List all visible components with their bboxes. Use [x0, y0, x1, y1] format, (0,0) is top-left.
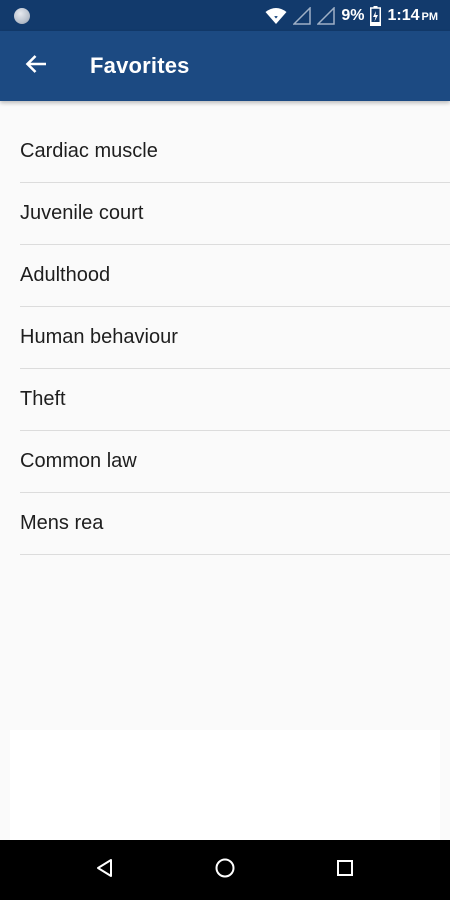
clock-suffix: PM	[421, 10, 439, 23]
wifi-icon	[265, 7, 287, 25]
home-circle-icon	[214, 857, 236, 884]
list-item[interactable]: Adulthood	[20, 245, 450, 307]
back-button[interactable]	[14, 44, 58, 88]
nav-home-button[interactable]	[210, 855, 240, 885]
list-item-label: Common law	[20, 450, 137, 472]
list-item-label: Cardiac muscle	[20, 140, 158, 162]
recents-square-icon	[336, 859, 354, 882]
ad-banner-area[interactable]	[10, 730, 440, 840]
clock-time: 1:14	[387, 6, 420, 24]
battery-percent: 9%	[341, 6, 365, 24]
app-bar: Favorites	[0, 31, 450, 101]
list-item-label: Human behaviour	[20, 326, 178, 348]
list-item-label: Juvenile court	[20, 202, 144, 224]
signal-icon	[293, 6, 312, 25]
list-item[interactable]: Theft	[20, 369, 450, 431]
back-triangle-icon	[95, 858, 115, 883]
list-item-label: Mens rea	[20, 512, 104, 534]
notification-dot-icon	[14, 7, 30, 24]
list-item[interactable]: Common law	[20, 431, 450, 493]
nav-back-button[interactable]	[90, 855, 120, 885]
app-screen: 9% 1:14 PM Favorites Cardiac muscle Juve…	[0, 0, 450, 900]
list-item[interactable]: Cardiac muscle	[20, 121, 450, 183]
list-item-label: Theft	[20, 388, 66, 410]
list-item[interactable]: Mens rea	[20, 493, 450, 555]
clock: 1:14 PM	[387, 7, 438, 25]
page-title: Favorites	[90, 53, 190, 78]
list-item[interactable]: Juvenile court	[20, 183, 450, 245]
arrow-left-icon	[25, 54, 47, 79]
signal-icon	[317, 6, 336, 25]
list-item-label: Adulthood	[20, 264, 111, 286]
nav-recents-button[interactable]	[330, 855, 360, 885]
battery-charging-icon	[370, 5, 382, 26]
status-bar: 9% 1:14 PM	[0, 0, 450, 31]
list-item[interactable]: Human behaviour	[20, 307, 450, 369]
system-nav-bar	[0, 840, 450, 900]
favorites-list: Cardiac muscle Juvenile court Adulthood …	[0, 121, 450, 555]
